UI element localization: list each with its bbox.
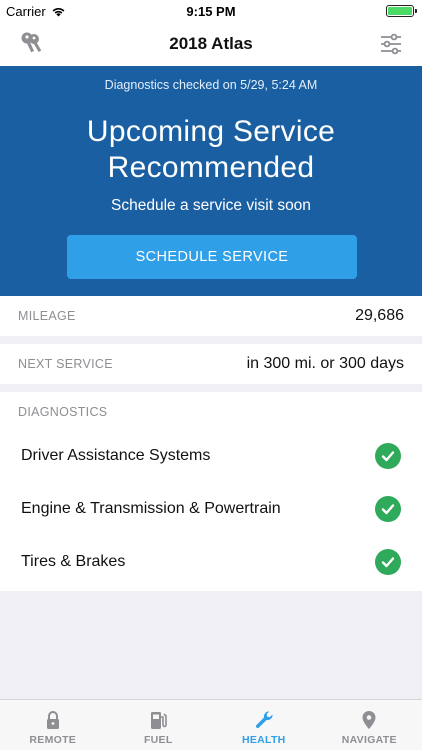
next-service-label: NEXT SERVICE	[18, 357, 113, 371]
mileage-value: 29,686	[355, 307, 404, 324]
check-icon	[375, 443, 401, 469]
mileage-label: MILEAGE	[18, 309, 76, 323]
section-divider	[0, 384, 422, 392]
service-banner: Diagnostics checked on 5/29, 5:24 AM Upc…	[0, 66, 422, 296]
service-headline: Upcoming Service Recommended	[0, 114, 422, 186]
diagnostic-item-driver-assistance[interactable]: Driver Assistance Systems	[0, 434, 422, 478]
battery-fill	[388, 7, 412, 15]
tab-navigate[interactable]: NAVIGATE	[317, 700, 422, 750]
sliders-icon	[381, 33, 401, 55]
diagnostics-header: DIAGNOSTICS	[18, 405, 108, 419]
status-bar: Carrier 9:15 PM	[0, 0, 422, 22]
filter-settings-button[interactable]	[378, 31, 404, 57]
diagnostic-item-name: Driver Assistance Systems	[21, 447, 211, 464]
tab-label: FUEL	[143, 734, 173, 746]
diagnostics-section: DIAGNOSTICS Driver Assistance Systems En…	[0, 392, 422, 591]
diagnostic-item-engine-transmission[interactable]: Engine & Transmission & Powertrain	[0, 487, 422, 531]
lock-icon	[46, 711, 59, 729]
service-headline-line2: Recommended	[107, 151, 315, 184]
diagnostic-item-name: Tires & Brakes	[21, 553, 126, 570]
battery-indicator	[386, 5, 417, 17]
tab-remote[interactable]: REMOTE	[0, 700, 106, 750]
page-title: 2018 Atlas	[169, 34, 253, 53]
battery-icon	[386, 5, 417, 17]
check-icon	[375, 496, 401, 522]
tab-label: HEALTH	[241, 734, 286, 746]
tab-label: REMOTE	[29, 734, 77, 746]
keys-icon	[21, 32, 42, 53]
tab-fuel[interactable]: FUEL	[106, 700, 212, 750]
fuel-pump-icon	[151, 712, 168, 729]
mileage-row: MILEAGE 29,686	[0, 296, 422, 336]
tab-bar: REMOTE FUEL HEALTH NAVIGATE	[0, 699, 422, 750]
next-service-row: NEXT SERVICE in 300 mi. or 300 days	[0, 344, 422, 384]
diagnostics-checked-text: Diagnostics checked on 5/29, 5:24 AM	[104, 78, 318, 92]
status-time: 9:15 PM	[186, 4, 236, 19]
service-headline-line1: Upcoming Service	[86, 115, 336, 148]
service-subtitle: Schedule a service visit soon	[111, 197, 311, 214]
schedule-service-button[interactable]: SCHEDULE SERVICE	[67, 235, 357, 279]
next-service-value: in 300 mi. or 300 days	[246, 355, 404, 372]
diagnostic-item-name: Engine & Transmission & Powertrain	[21, 500, 281, 517]
tab-label: NAVIGATE	[341, 734, 397, 746]
wrench-icon	[255, 711, 273, 729]
keys-button[interactable]	[18, 30, 46, 58]
nav-bar: 2018 Atlas	[0, 22, 422, 66]
section-divider	[0, 336, 422, 344]
check-icon	[375, 549, 401, 575]
diagnostic-item-tires-brakes[interactable]: Tires & Brakes	[0, 540, 422, 584]
map-pin-icon	[362, 711, 376, 729]
tab-health[interactable]: HEALTH	[211, 700, 317, 750]
